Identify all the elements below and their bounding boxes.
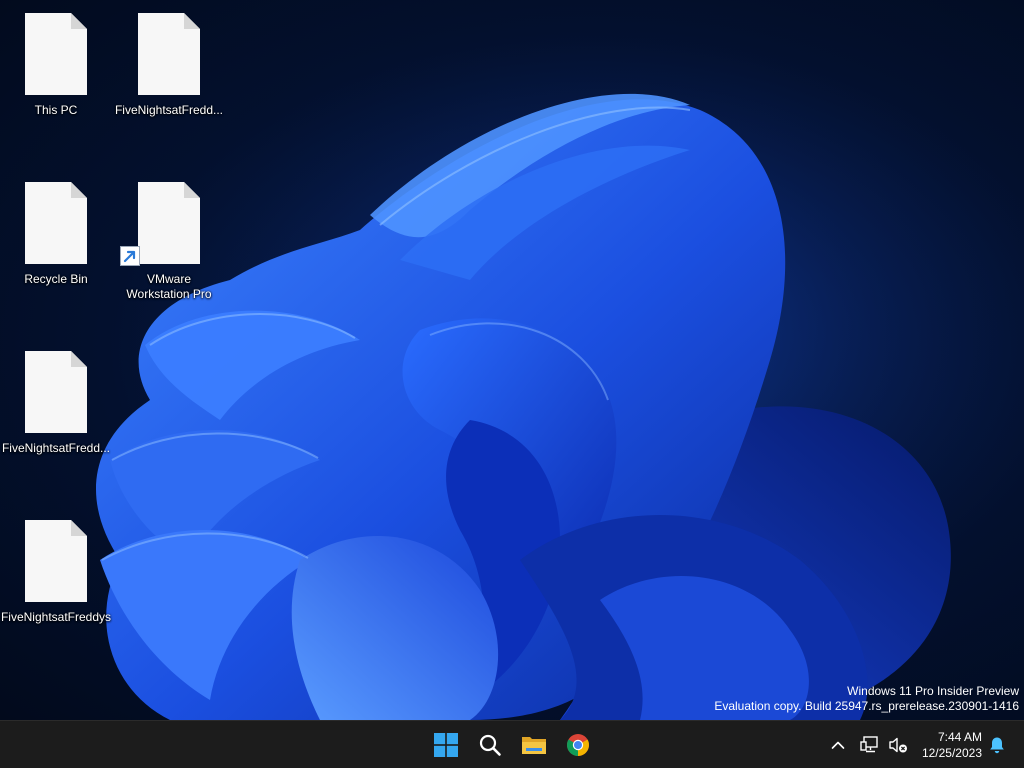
desktop-icon-recycle-bin[interactable]: Recycle Bin bbox=[0, 182, 112, 287]
clock-date: 12/25/2023 bbox=[921, 746, 982, 760]
file-icon bbox=[138, 13, 200, 95]
file-icon bbox=[25, 13, 87, 95]
chevron-up-icon bbox=[831, 741, 845, 749]
desktop-icon-label: FiveNightsatFreddys bbox=[0, 610, 112, 624]
network-icon bbox=[860, 736, 878, 753]
desktop-icon-fnaf-2[interactable]: FiveNightsatFredd... bbox=[0, 351, 112, 456]
desktop-icon-vmware-workstation[interactable]: VMware Workstation Pro bbox=[113, 182, 225, 302]
volume-muted-icon bbox=[889, 737, 907, 753]
desktop-icon-label: VMware Workstation Pro bbox=[126, 272, 212, 301]
desktop-icon-fnaf-3[interactable]: FiveNightsatFreddys bbox=[0, 520, 112, 625]
clock-time: 7:44 AM bbox=[937, 730, 982, 744]
windows-start-icon bbox=[434, 733, 458, 757]
desktop-icon-label: FiveNightsatFredd... bbox=[114, 103, 224, 117]
search-icon bbox=[479, 734, 501, 756]
taskbar: 7:44 AM 12/25/2023 bbox=[0, 720, 1024, 768]
file-icon bbox=[25, 182, 87, 264]
quick-settings-button[interactable] bbox=[856, 731, 912, 759]
notification-center-button[interactable] bbox=[986, 731, 1008, 759]
file-icon bbox=[25, 351, 87, 433]
desktop-icon-label: FiveNightsatFredd... bbox=[1, 441, 111, 455]
file-icon bbox=[120, 182, 200, 266]
notification-bell-icon bbox=[990, 737, 1004, 754]
chrome-icon bbox=[567, 734, 589, 756]
desktop-icon-fnaf-1[interactable]: FiveNightsatFredd... bbox=[113, 13, 225, 118]
shortcut-arrow-icon bbox=[120, 246, 140, 266]
file-icon bbox=[25, 520, 87, 602]
desktop-icon-label: Recycle Bin bbox=[24, 272, 88, 286]
start-button[interactable] bbox=[426, 726, 466, 764]
evaluation-watermark: Windows 11 Pro Insider Preview Evaluatio… bbox=[714, 684, 1019, 714]
search-button[interactable] bbox=[470, 726, 510, 764]
watermark-build: Evaluation copy. Build 25947.rs_prerelea… bbox=[714, 699, 1019, 713]
desktop-icon-this-pc[interactable]: This PC bbox=[0, 13, 112, 118]
file-explorer-icon bbox=[522, 737, 546, 754]
file-explorer-button[interactable] bbox=[514, 726, 554, 764]
taskbar-clock[interactable]: 7:44 AM 12/25/2023 bbox=[906, 729, 982, 761]
desktop-icon-label: This PC bbox=[34, 103, 78, 117]
chrome-button[interactable] bbox=[558, 726, 598, 764]
watermark-edition: Windows 11 Pro Insider Preview bbox=[847, 684, 1019, 698]
show-hidden-icons-button[interactable] bbox=[826, 731, 850, 759]
